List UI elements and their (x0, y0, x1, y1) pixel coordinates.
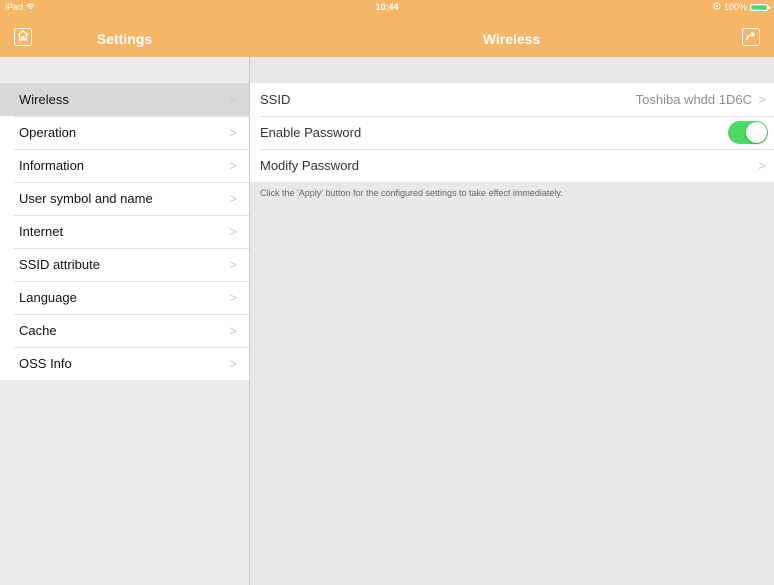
battery-icon (750, 3, 770, 11)
ssid-label: SSID (260, 92, 291, 107)
sidebar-item-cache[interactable]: Cache > (0, 314, 249, 347)
sidebar-item-label: Information (19, 158, 85, 173)
sidebar-item-user-symbol[interactable]: User symbol and name > (0, 182, 249, 215)
sidebar-item-ssid-attribute[interactable]: SSID attribute > (0, 248, 249, 281)
modify-password-row[interactable]: Modify Password > (250, 149, 774, 182)
sidebar-item-label: Wireless (19, 92, 69, 107)
chevron-right-icon: > (229, 356, 237, 371)
rotation-lock-icon (713, 2, 721, 12)
sidebar-item-oss-info[interactable]: OSS Info > (0, 347, 249, 380)
navigation-bar: Settings Wireless (0, 16, 774, 57)
chevron-right-icon: > (758, 92, 766, 107)
share-icon (745, 28, 757, 46)
sidebar-item-label: OSS Info (19, 356, 72, 371)
settings-list: Wireless > Operation > Information > Use… (0, 83, 249, 380)
sidebar-item-language[interactable]: Language > (0, 281, 249, 314)
settings-title: Settings (96, 31, 153, 47)
chevron-right-icon: > (229, 224, 237, 239)
chevron-right-icon: > (229, 191, 237, 206)
sidebar-item-operation[interactable]: Operation > (0, 116, 249, 149)
chevron-right-icon: > (229, 158, 237, 173)
page-title: Wireless (482, 31, 541, 47)
sidebar-item-label: Operation (19, 125, 77, 140)
ssid-row[interactable]: SSID Toshiba whdd 1D6C > (250, 83, 774, 116)
status-bar: iPad 10:44 100% (0, 0, 774, 16)
chevron-right-icon: > (229, 257, 237, 272)
sidebar-item-label: User symbol and name (19, 191, 153, 206)
chevron-right-icon: > (758, 158, 766, 173)
apply-note: Click the 'Apply' button for the configu… (260, 188, 563, 198)
modify-password-label: Modify Password (260, 158, 359, 173)
chevron-right-icon: > (229, 323, 237, 338)
status-time: 10:44 (375, 2, 399, 12)
toggle-knob (746, 122, 767, 143)
enable-password-label: Enable Password (260, 125, 362, 140)
sidebar: Wireless > Operation > Information > Use… (0, 57, 249, 585)
enable-password-toggle[interactable] (728, 121, 768, 144)
sidebar-item-label: Internet (19, 224, 64, 239)
sidebar-item-label: Language (19, 290, 77, 305)
chevron-right-icon: > (229, 92, 237, 107)
ssid-value: Toshiba whdd 1D6C (635, 92, 752, 107)
sidebar-item-wireless[interactable]: Wireless > (0, 83, 249, 116)
share-button[interactable] (742, 28, 760, 46)
sidebar-item-label: SSID attribute (19, 257, 100, 272)
chevron-right-icon: > (229, 290, 237, 305)
top-bar: iPad 10:44 100% Settings Wireless (0, 0, 774, 57)
sidebar-item-label: Cache (19, 323, 57, 338)
battery-percent: 100% (723, 2, 747, 12)
wireless-settings-list: SSID Toshiba whdd 1D6C > Enable Password… (250, 83, 774, 182)
enable-password-row: Enable Password (250, 116, 774, 149)
chevron-right-icon: > (229, 125, 237, 140)
sidebar-item-information[interactable]: Information > (0, 149, 249, 182)
sidebar-item-internet[interactable]: Internet > (0, 215, 249, 248)
